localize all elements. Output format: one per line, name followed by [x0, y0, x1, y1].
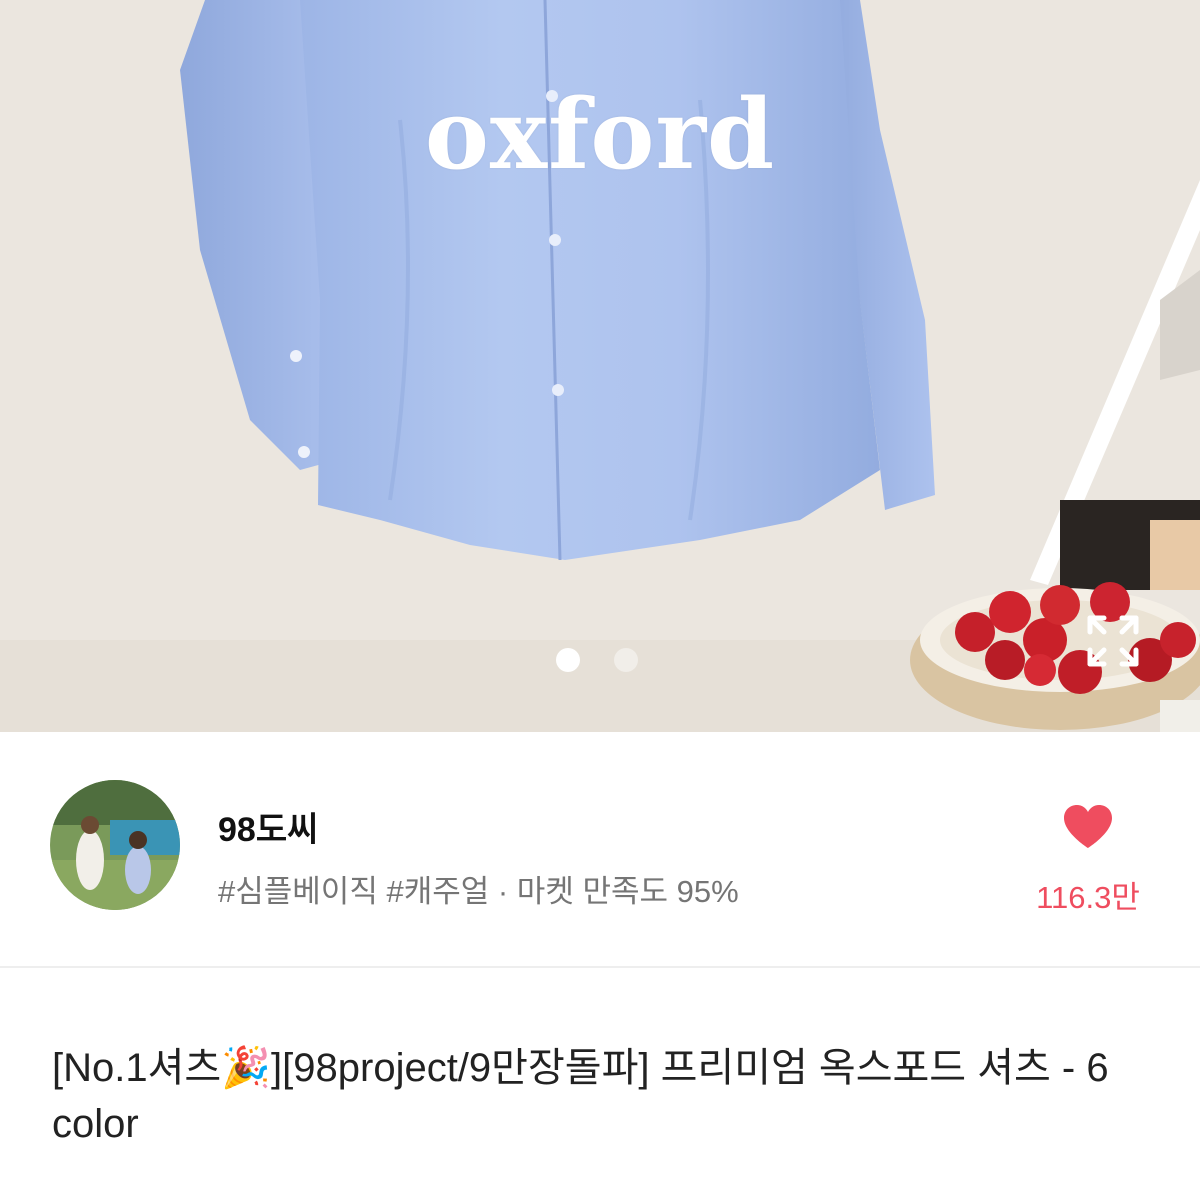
party-popper-emoji: 🎉: [221, 1046, 272, 1090]
seller-info: 98도씨 #심플베이직 #캐주얼 · 마켓 만족도 95% 116.3만: [0, 732, 1200, 966]
product-title: [No.1셔츠🎉][98project/9만장돌파] 프리미엄 옥스포드 셔츠 …: [52, 1040, 1162, 1152]
seller-tags: #심플베이직 #캐주얼 · 마켓 만족도 95%: [218, 874, 739, 909]
seller-name[interactable]: 98도씨: [218, 802, 318, 851]
hero-overlay-text: oxford: [424, 78, 776, 191]
like-button[interactable]: 116.3만: [1030, 802, 1146, 922]
heart-icon: [1064, 805, 1112, 848]
expand-icon[interactable]: [1084, 612, 1142, 670]
seller-avatar[interactable]: [50, 780, 180, 910]
product-title-prefix: [No.1셔츠: [52, 1046, 222, 1090]
pagination-dot-active[interactable]: [556, 648, 580, 672]
like-count: 116.3만: [1036, 880, 1140, 915]
product-image-carousel[interactable]: oxford: [0, 0, 1200, 732]
pagination-dot[interactable]: [614, 648, 638, 672]
section-divider: [0, 966, 1200, 968]
carousel-pagination: [556, 648, 638, 672]
